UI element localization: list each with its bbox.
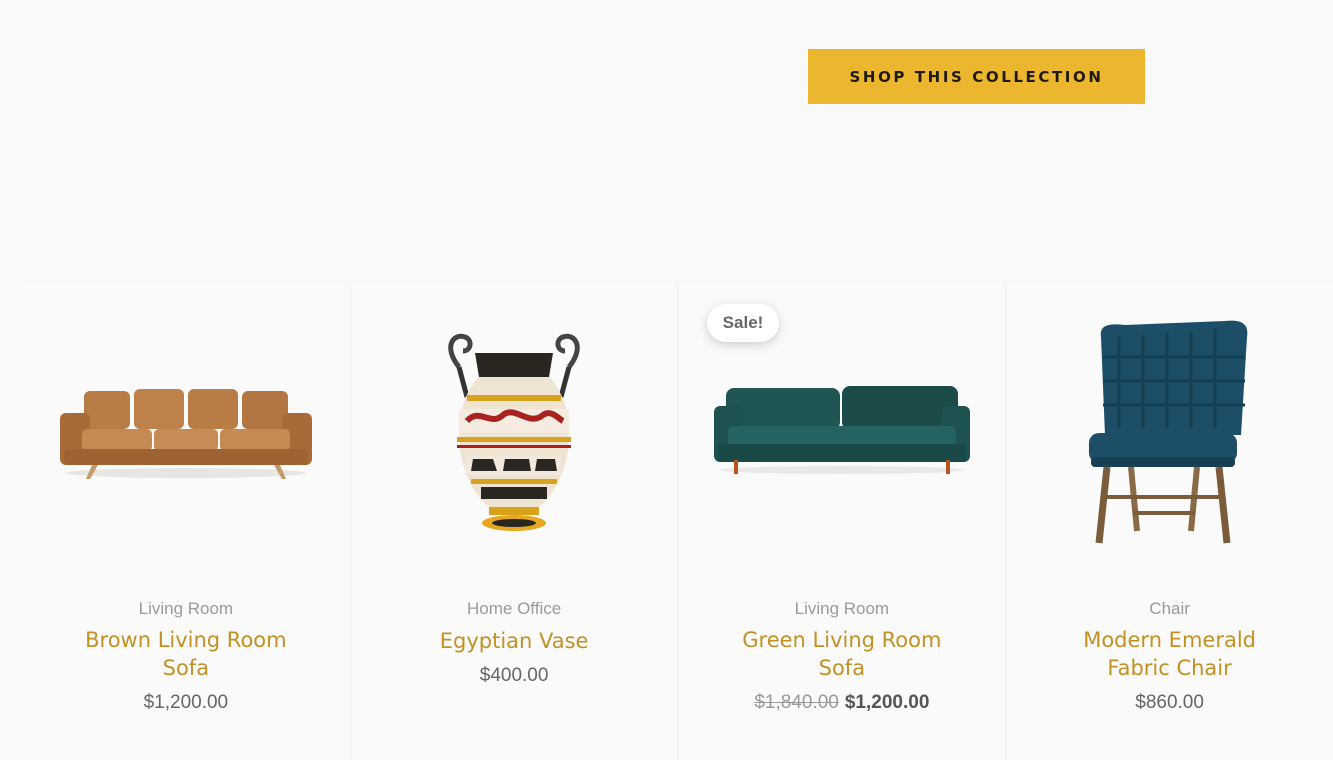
product-card[interactable]: Home Office Egyptian Vase $400.00 <box>349 282 678 760</box>
product-card[interactable]: Living Room Brown Living Room Sofa $1,20… <box>22 282 350 760</box>
sale-badge: Sale! <box>707 304 779 342</box>
green-sofa-icon <box>713 386 970 474</box>
shop-collection-button[interactable]: SHOP THIS COLLECTION <box>808 49 1145 104</box>
product-image[interactable] <box>22 302 350 562</box>
product-title-link[interactable]: Green Living Room Sofa <box>722 626 962 682</box>
original-price: $1,840.00 <box>754 692 839 713</box>
product-category: Home Office <box>467 599 562 618</box>
product-grid: Living Room Brown Living Room Sofa $1,20… <box>22 282 1333 760</box>
amphora-vase-icon <box>448 333 580 531</box>
product-card[interactable]: Chair Modern Emerald Fabric Chair $860.0… <box>1005 282 1333 760</box>
product-price: $1,200.00 <box>143 692 229 713</box>
product-price: $1,840.00 $1,200.00 <box>678 692 1005 714</box>
product-title-link[interactable]: Brown Living Room Sofa <box>66 626 306 682</box>
product-price: $860.00 <box>1135 692 1204 713</box>
brown-sofa-icon <box>59 389 312 479</box>
product-image[interactable] <box>1006 302 1333 562</box>
product-image[interactable] <box>351 302 678 562</box>
product-category: Living Room <box>794 599 890 618</box>
product-category: Living Room <box>138 599 234 618</box>
sale-price: $1,200.00 <box>844 692 930 713</box>
product-card[interactable]: Living Room Green Living Room Sofa $1,84… <box>677 282 1006 760</box>
product-category: Chair <box>1149 599 1190 618</box>
emerald-chair-icon <box>1088 320 1247 544</box>
product-title-link[interactable]: Modern Emerald Fabric Chair <box>1050 626 1290 682</box>
product-title-link[interactable]: Egyptian Vase <box>394 627 634 655</box>
product-price: $400.00 <box>479 665 549 686</box>
